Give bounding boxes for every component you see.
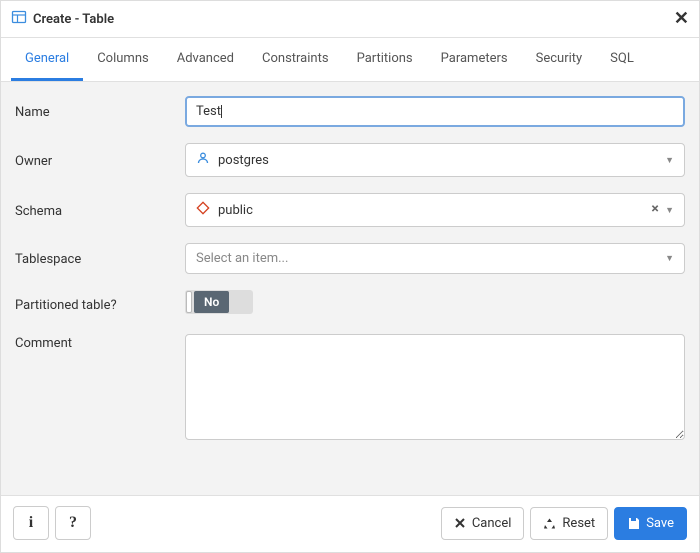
tab-label: Parameters	[441, 51, 508, 66]
text-caret	[221, 105, 222, 118]
tab-label: General	[25, 51, 69, 66]
close-icon[interactable]: ✕	[674, 12, 689, 26]
name-value: Test	[196, 104, 221, 119]
tablespace-label: Tablespace	[15, 250, 185, 267]
chevron-down-icon: ▼	[665, 253, 674, 264]
owner-value: postgres	[218, 153, 269, 168]
toggle-handle	[186, 291, 192, 313]
user-icon	[196, 151, 210, 169]
close-icon	[454, 517, 466, 529]
tab-partitions[interactable]: Partitions	[343, 38, 427, 81]
row-name: Name Test	[15, 96, 685, 127]
row-partitioned: Partitioned table? No	[15, 290, 685, 318]
schema-select[interactable]: public × ▼	[185, 193, 685, 227]
tab-general[interactable]: General	[11, 38, 83, 81]
table-icon	[11, 9, 27, 29]
tab-security[interactable]: Security	[522, 38, 597, 81]
tab-advanced[interactable]: Advanced	[163, 38, 248, 81]
chevron-down-icon: ▼	[665, 155, 674, 166]
save-icon	[627, 517, 640, 530]
question-icon: ?	[69, 514, 77, 532]
owner-select[interactable]: postgres ▼	[185, 143, 685, 177]
comment-textarea[interactable]	[185, 334, 685, 440]
tab-label: Security	[536, 51, 583, 66]
dialog-title-bar: Create - Table ✕	[1, 1, 699, 38]
partitioned-label: Partitioned table?	[15, 296, 185, 313]
tablespace-placeholder: Select an item...	[196, 251, 288, 266]
cancel-button[interactable]: Cancel	[441, 507, 525, 540]
schema-value: public	[218, 203, 253, 218]
dialog-footer: i ? Cancel Reset Save	[1, 495, 699, 552]
clear-icon[interactable]: ×	[651, 201, 658, 217]
tab-bar: General Columns Advanced Constraints Par…	[1, 38, 699, 82]
info-icon: i	[29, 514, 33, 532]
tab-label: SQL	[610, 51, 634, 66]
dialog-title: Create - Table	[33, 12, 668, 27]
comment-label: Comment	[15, 334, 185, 351]
tab-parameters[interactable]: Parameters	[427, 38, 522, 81]
reset-button[interactable]: Reset	[530, 507, 608, 540]
tab-label: Constraints	[262, 51, 329, 66]
save-label: Save	[646, 516, 674, 531]
chevron-down-icon: ▼	[665, 206, 674, 216]
tab-columns[interactable]: Columns	[83, 38, 163, 81]
name-input[interactable]: Test	[185, 96, 685, 127]
tab-label: Advanced	[177, 51, 234, 66]
save-button[interactable]: Save	[614, 507, 687, 540]
info-button[interactable]: i	[13, 506, 49, 540]
name-label: Name	[15, 103, 185, 120]
recycle-icon	[543, 517, 556, 530]
form-panel: Name Test Owner postgres ▼ Schema public	[1, 82, 699, 495]
tab-label: Partitions	[357, 51, 413, 66]
schema-icon	[196, 201, 210, 219]
row-owner: Owner postgres ▼	[15, 143, 685, 177]
toggle-state: No	[194, 291, 229, 313]
owner-label: Owner	[15, 152, 185, 169]
help-button[interactable]: ?	[55, 506, 91, 540]
tab-sql[interactable]: SQL	[596, 38, 648, 81]
partitioned-toggle[interactable]: No	[185, 290, 253, 314]
row-schema: Schema public × ▼	[15, 193, 685, 227]
tablespace-select[interactable]: Select an item... ▼	[185, 243, 685, 274]
reset-label: Reset	[562, 516, 595, 531]
tab-constraints[interactable]: Constraints	[248, 38, 343, 81]
tab-label: Columns	[97, 51, 149, 66]
schema-label: Schema	[15, 202, 185, 219]
cancel-label: Cancel	[472, 516, 512, 531]
row-comment: Comment	[15, 334, 685, 444]
select-right-group: × ▼	[651, 204, 674, 216]
row-tablespace: Tablespace Select an item... ▼	[15, 243, 685, 274]
